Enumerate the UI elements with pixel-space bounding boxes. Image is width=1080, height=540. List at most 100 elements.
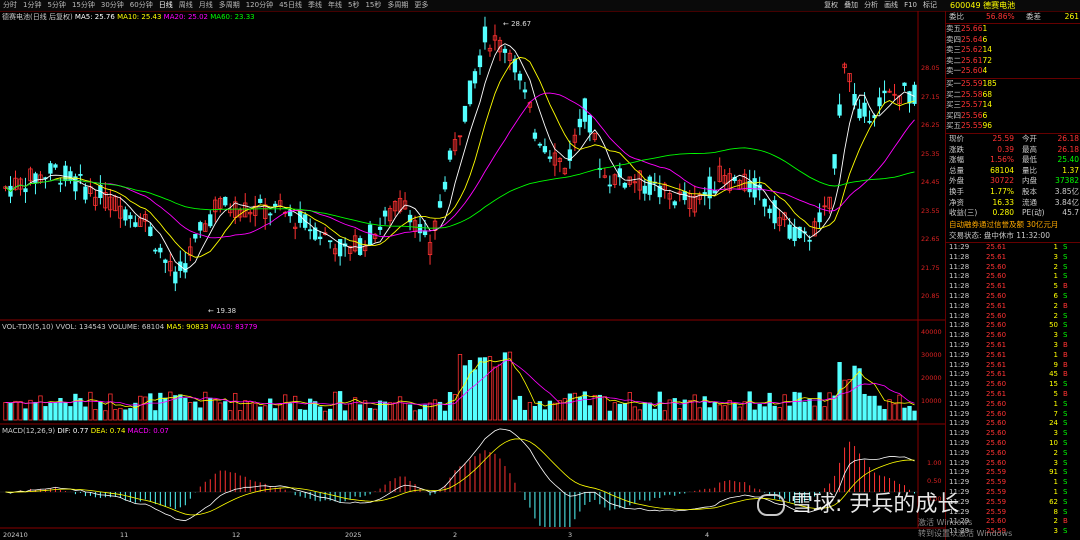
trade-side: S	[1063, 331, 1068, 340]
volume-bar-85	[427, 402, 433, 421]
trade-volume: 3	[1053, 331, 1058, 340]
trade-price: 25.61	[986, 282, 1007, 291]
candle-body-26	[133, 222, 138, 227]
candle-body-142	[712, 190, 717, 194]
trade-row-12: 11:29 25.61 9 B	[946, 361, 1080, 371]
candle-body-180	[902, 82, 907, 86]
candle-body-34	[173, 271, 178, 284]
volume-bar-175	[877, 405, 882, 421]
candle-body-94	[472, 71, 478, 84]
volume-bar-127	[637, 409, 642, 421]
sell-price: 25.66	[961, 24, 983, 33]
volume-bar-60	[303, 409, 308, 421]
volume-bar-1	[8, 402, 13, 421]
status-text: 交易状态: 盘中休市 11:32:00	[949, 231, 1050, 240]
candle-body-121	[607, 184, 612, 187]
trade-time: 11:29	[949, 439, 970, 447]
trade-side: S	[1063, 478, 1068, 487]
trade-row-20: 11:29 25.60 10 S	[946, 439, 1080, 449]
volume-bar-128	[642, 402, 647, 421]
candle-body-176	[882, 90, 887, 94]
trade-volume: 9	[1053, 360, 1058, 369]
candle-body-153	[767, 208, 772, 214]
candle-body-96	[482, 26, 488, 43]
candle-body-171	[857, 108, 862, 119]
vol-tick-1: 30000	[921, 351, 942, 359]
volume-bar-142	[712, 401, 717, 421]
volume-bar-13	[68, 406, 73, 421]
price-tick-2: 26.25	[921, 121, 940, 129]
trade-row-16: 11:29 25.60 1 S	[946, 400, 1080, 410]
trade-row-21: 11:29 25.60 2 S	[946, 449, 1080, 459]
trade-volume: 10	[1049, 439, 1058, 447]
candle-body-182	[912, 84, 917, 104]
candle-body-6	[33, 173, 38, 184]
candle-body-108	[542, 146, 548, 153]
windows-activation-notice: 激活 Windows 转到设置以激活 Windows	[918, 517, 1012, 539]
trade-side: B	[1063, 360, 1068, 369]
volume-bar-81	[407, 404, 413, 421]
buy-label: 买四	[946, 110, 961, 120]
volume-bar-125	[627, 392, 632, 421]
volume-bar-172	[862, 393, 867, 421]
trade-volume: 2	[1053, 301, 1058, 310]
trade-price: 25.60	[986, 272, 1007, 281]
detail-row-0: 现价 25.59 今开 26.18	[946, 134, 1080, 145]
volume-bar-166	[832, 395, 837, 421]
trade-side: B	[1063, 282, 1068, 291]
volume-bar-95	[477, 357, 483, 421]
trade-row-3: 11:28 25.60 1 S	[946, 272, 1080, 282]
volume-bar-174	[872, 395, 877, 421]
volume-bar-130	[652, 408, 657, 421]
high-annotation: ← 28.67	[503, 20, 531, 28]
trade-volume: 1	[1053, 243, 1058, 251]
candle-body-53	[268, 213, 273, 216]
kline-chart[interactable]: ← 28.67 ← 19.38	[0, 0, 945, 540]
detail-value-b: 37382	[1055, 176, 1079, 186]
volume-bar-120	[602, 396, 607, 421]
volume-bar-50	[253, 403, 258, 421]
trade-price: 25.61	[986, 390, 1007, 398]
candle-body-95	[477, 55, 483, 68]
trade-row-25: 11:29 25.59 1 S	[946, 488, 1080, 498]
volume-bar-171	[857, 368, 862, 421]
trade-side: S	[1063, 468, 1068, 477]
weibi-row: 委比 56.86% 委差 261	[946, 12, 1080, 23]
date-tick-3: 2025	[345, 531, 362, 539]
candle-body-14	[73, 176, 78, 192]
volume-bar-42	[213, 398, 218, 421]
trade-time: 11:29	[949, 360, 970, 369]
trade-volume: 50	[1049, 321, 1058, 330]
sell-volume: 14	[982, 45, 993, 55]
volume-bar-100	[502, 352, 508, 421]
volume-bar-110	[552, 402, 558, 421]
volume-bar-74	[372, 408, 378, 421]
volume-bar-18	[93, 409, 98, 421]
detail-label-b: 今开	[1022, 134, 1037, 143]
volume-bar-153	[767, 392, 772, 421]
buy-price: 25.57	[961, 100, 983, 110]
volume-bar-21	[108, 393, 113, 421]
candle-body-140	[702, 192, 707, 195]
trade-volume: 7	[1053, 409, 1058, 418]
volume-bar-131	[657, 391, 662, 421]
trade-volume: 45	[1049, 370, 1058, 379]
sell-volume: 6	[982, 34, 988, 44]
volume-bar-49	[248, 401, 253, 421]
trade-volume: 3	[1053, 527, 1058, 536]
candle-body-161	[807, 239, 812, 242]
candle-body-38	[193, 234, 198, 239]
volume-bar-45	[228, 410, 233, 421]
detail-value-a: 25.59	[992, 134, 1014, 143]
trade-price: 25.60	[986, 292, 1007, 300]
volume-bar-68	[342, 410, 348, 421]
trade-side: B	[1063, 341, 1068, 349]
volume-bar-144	[722, 405, 727, 421]
trade-row-6: 11:28 25.61 2 B	[946, 302, 1080, 312]
volume-bar-55	[278, 404, 283, 421]
volume-bar-105	[527, 402, 533, 421]
volume-bar-30	[153, 410, 158, 421]
buy-label: 买一	[946, 79, 961, 88]
volume-bar-65	[327, 408, 333, 421]
volume-bar-161	[807, 398, 812, 421]
